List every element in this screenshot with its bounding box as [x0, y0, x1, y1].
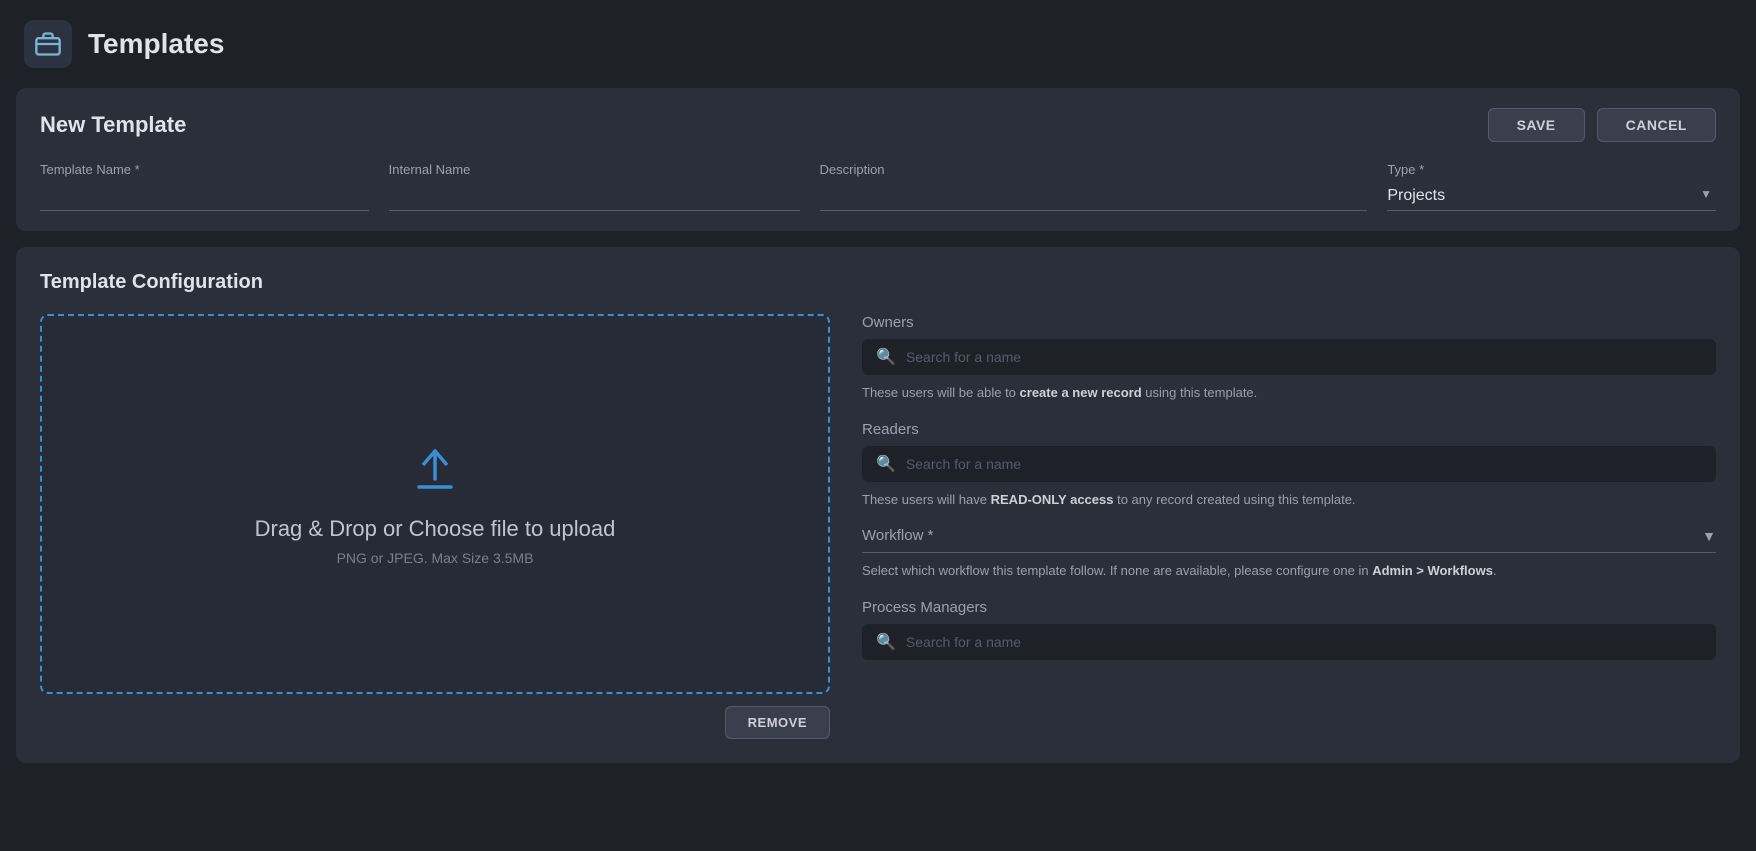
workflow-row: Workflow * ▼ [862, 527, 1716, 553]
config-title: Template Configuration [40, 271, 1716, 294]
new-template-title: New Template [40, 112, 186, 138]
right-section: Owners 🔍 These users will be able to cre… [862, 314, 1716, 739]
process-managers-label: Process Managers [862, 599, 1716, 616]
cancel-button[interactable]: CANCEL [1597, 108, 1716, 142]
config-card: Template Configuration Drag & Drop or Ch… [16, 247, 1740, 763]
page-title: Templates [88, 28, 224, 60]
upload-icon [409, 443, 461, 500]
template-name-label: Template Name * [40, 162, 369, 177]
briefcase-icon [34, 30, 62, 58]
app-icon [24, 20, 72, 68]
process-managers-section: Process Managers 🔍 [862, 599, 1716, 660]
type-select-wrapper: Projects Tasks Issues ▼ [1387, 183, 1716, 211]
process-managers-search-icon: 🔍 [876, 632, 896, 652]
type-select[interactable]: Projects Tasks Issues [1387, 183, 1716, 211]
internal-name-label: Internal Name [389, 162, 800, 177]
readers-search-box[interactable]: 🔍 [862, 446, 1716, 482]
readers-search-input[interactable] [906, 456, 1702, 472]
process-managers-search-box[interactable]: 🔍 [862, 624, 1716, 660]
template-name-group: Template Name * [40, 162, 369, 211]
readers-label: Readers [862, 421, 1716, 438]
upload-section: Drag & Drop or Choose file to upload PNG… [40, 314, 830, 739]
readers-help-text: These users will have READ-ONLY access t… [862, 490, 1716, 510]
upload-format-text: PNG or JPEG. Max Size 3.5MB [337, 550, 534, 566]
config-body: Drag & Drop or Choose file to upload PNG… [40, 314, 1716, 739]
internal-name-group: Internal Name [389, 162, 800, 211]
upload-dropzone[interactable]: Drag & Drop or Choose file to upload PNG… [40, 314, 830, 694]
top-bar: Templates [0, 0, 1756, 88]
owners-search-input[interactable] [906, 349, 1702, 365]
workflow-section: Workflow * ▼ Select which workflow this … [862, 527, 1716, 581]
process-managers-search-input[interactable] [906, 634, 1702, 650]
type-group: Type * Projects Tasks Issues ▼ [1387, 162, 1716, 211]
owners-section: Owners 🔍 These users will be able to cre… [862, 314, 1716, 403]
owners-search-icon: 🔍 [876, 347, 896, 367]
save-button[interactable]: SAVE [1488, 108, 1585, 142]
new-template-card: New Template SAVE CANCEL Template Name *… [16, 88, 1740, 231]
form-fields-row: Template Name * Internal Name Descriptio… [40, 162, 1716, 211]
description-label: Description [820, 162, 1368, 177]
workflow-chevron-icon[interactable]: ▼ [1702, 528, 1716, 544]
owners-label: Owners [862, 314, 1716, 331]
template-name-input[interactable] [40, 183, 369, 211]
description-input[interactable] [820, 183, 1368, 211]
workflow-label: Workflow * [862, 527, 933, 544]
owners-help-text: These users will be able to create a new… [862, 383, 1716, 403]
description-group: Description [820, 162, 1368, 211]
type-label: Type * [1387, 162, 1716, 177]
remove-button[interactable]: REMOVE [725, 706, 830, 739]
internal-name-input[interactable] [389, 183, 800, 211]
header-buttons: SAVE CANCEL [1488, 108, 1716, 142]
upload-drag-drop-text: Drag & Drop or Choose file to upload [255, 516, 616, 542]
remove-btn-row: REMOVE [40, 706, 830, 739]
readers-search-icon: 🔍 [876, 454, 896, 474]
new-template-header: New Template SAVE CANCEL [40, 108, 1716, 142]
readers-section: Readers 🔍 These users will have READ-ONL… [862, 421, 1716, 510]
workflow-help-text: Select which workflow this template foll… [862, 561, 1716, 581]
owners-search-box[interactable]: 🔍 [862, 339, 1716, 375]
